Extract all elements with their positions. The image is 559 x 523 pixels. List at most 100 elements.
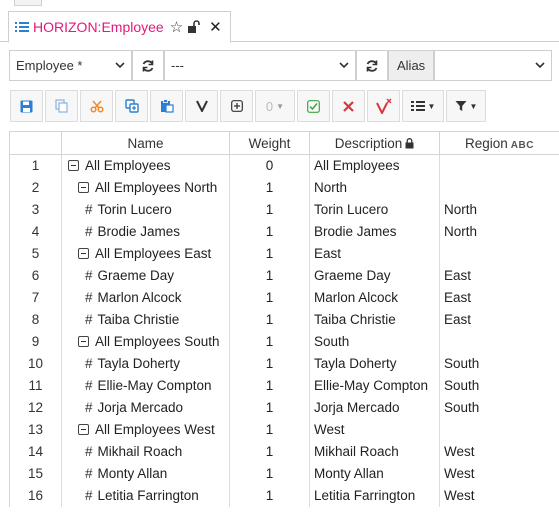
column-header-region[interactable]: Region ABC bbox=[439, 131, 559, 155]
close-icon[interactable]: ✕ bbox=[209, 18, 222, 36]
description-cell[interactable]: All Employees bbox=[309, 154, 440, 177]
element-name-cell[interactable]: All Employees North bbox=[61, 176, 230, 199]
collapse-toggle-icon[interactable] bbox=[78, 424, 89, 435]
weight-cell[interactable]: 0 bbox=[229, 154, 310, 177]
column-header-name[interactable]: Name bbox=[61, 131, 230, 155]
level-dropdown[interactable]: 0 ▼ bbox=[255, 90, 295, 122]
weight-cell[interactable]: 1 bbox=[229, 374, 310, 397]
weight-cell[interactable]: 1 bbox=[229, 286, 310, 309]
description-cell[interactable]: Torin Lucero bbox=[309, 198, 440, 221]
description-cell[interactable]: South bbox=[309, 330, 440, 353]
table-row[interactable]: 10 # Tayla Doherty 1 Tayla Doherty South bbox=[9, 352, 559, 375]
add-element-button[interactable] bbox=[220, 90, 253, 122]
description-cell[interactable]: North bbox=[309, 176, 440, 199]
delete-button[interactable] bbox=[332, 90, 365, 122]
weight-cell[interactable]: 1 bbox=[229, 242, 310, 265]
region-cell[interactable] bbox=[439, 176, 559, 199]
table-row[interactable]: 3 # Torin Lucero 1 Torin Lucero North bbox=[9, 198, 559, 221]
description-cell[interactable]: Taiba Christie bbox=[309, 308, 440, 331]
element-name-cell[interactable]: # Letitia Farrington bbox=[61, 484, 230, 507]
save-button[interactable] bbox=[10, 90, 43, 122]
column-header-weight[interactable]: Weight bbox=[229, 131, 310, 155]
region-cell[interactable]: West bbox=[439, 462, 559, 485]
element-name-cell[interactable]: # Graeme Day bbox=[61, 264, 230, 287]
dimension-select[interactable]: Employee * bbox=[9, 50, 132, 81]
table-row[interactable]: 9 All Employees South 1 South bbox=[9, 330, 559, 353]
region-cell[interactable]: East bbox=[439, 286, 559, 309]
region-cell[interactable] bbox=[439, 154, 559, 177]
description-cell[interactable]: Graeme Day bbox=[309, 264, 440, 287]
subset-select[interactable]: --- bbox=[164, 50, 356, 81]
region-cell[interactable] bbox=[439, 330, 559, 353]
element-name-cell[interactable]: # Jorja Mercado bbox=[61, 396, 230, 419]
description-cell[interactable]: East bbox=[309, 242, 440, 265]
table-row[interactable]: 8 # Taiba Christie 1 Taiba Christie East bbox=[9, 308, 559, 331]
table-row[interactable]: 16 # Letitia Farrington 1 Letitia Farrington… bbox=[9, 484, 559, 507]
weight-cell[interactable]: 1 bbox=[229, 352, 310, 375]
description-cell[interactable]: Tayla Doherty bbox=[309, 352, 440, 375]
region-cell[interactable]: South bbox=[439, 352, 559, 375]
region-cell[interactable]: North bbox=[439, 198, 559, 221]
weight-cell[interactable]: 1 bbox=[229, 176, 310, 199]
region-cell[interactable]: South bbox=[439, 374, 559, 397]
refresh-subset-button[interactable] bbox=[356, 50, 388, 81]
weight-cell[interactable]: 1 bbox=[229, 308, 310, 331]
element-name-cell[interactable]: All Employees South bbox=[61, 330, 230, 353]
weight-cell[interactable]: 1 bbox=[229, 484, 310, 507]
table-row[interactable]: 15 # Monty Allan 1 Monty Allan West bbox=[9, 462, 559, 485]
element-name-cell[interactable]: All Employees West bbox=[61, 418, 230, 441]
filter-v-button[interactable] bbox=[185, 90, 218, 122]
collapse-toggle-icon[interactable] bbox=[78, 182, 89, 193]
star-outline-icon[interactable]: ☆ bbox=[170, 18, 183, 36]
alias-select[interactable] bbox=[434, 50, 553, 81]
collapse-toggle-icon[interactable] bbox=[78, 336, 89, 347]
copy-button[interactable] bbox=[45, 90, 78, 122]
table-row[interactable]: 5 All Employees East 1 East bbox=[9, 242, 559, 265]
description-cell[interactable]: Ellie-May Compton bbox=[309, 374, 440, 397]
cut-button[interactable] bbox=[80, 90, 113, 122]
table-row[interactable]: 13 All Employees West 1 West bbox=[9, 418, 559, 441]
element-name-cell[interactable]: # Brodie James bbox=[61, 220, 230, 243]
element-name-cell[interactable]: # Tayla Doherty bbox=[61, 352, 230, 375]
region-cell[interactable]: East bbox=[439, 308, 559, 331]
description-cell[interactable]: Monty Allan bbox=[309, 462, 440, 485]
funnel-dropdown[interactable]: ▼ bbox=[446, 90, 486, 122]
table-row[interactable]: 12 # Jorja Mercado 1 Jorja Mercado South bbox=[9, 396, 559, 419]
weight-cell[interactable]: 1 bbox=[229, 440, 310, 463]
column-header-index[interactable] bbox=[9, 131, 62, 155]
collapse-toggle-icon[interactable] bbox=[78, 248, 89, 259]
collapse-toggle-icon[interactable] bbox=[68, 160, 79, 172]
refresh-dimension-button[interactable] bbox=[132, 50, 164, 81]
region-cell[interactable] bbox=[439, 242, 559, 265]
region-cell[interactable]: West bbox=[439, 484, 559, 507]
element-name-cell[interactable]: # Torin Lucero bbox=[61, 198, 230, 221]
table-row[interactable]: 1 All Employees 0 All Employees bbox=[9, 154, 559, 177]
weight-cell[interactable]: 1 bbox=[229, 330, 310, 353]
table-row[interactable]: 2 All Employees North 1 North bbox=[9, 176, 559, 199]
unlocked-icon[interactable] bbox=[187, 20, 201, 34]
element-name-cell[interactable]: # Marlon Alcock bbox=[61, 286, 230, 309]
paste-button[interactable] bbox=[150, 90, 183, 122]
region-cell[interactable] bbox=[439, 418, 559, 441]
weight-cell[interactable]: 1 bbox=[229, 396, 310, 419]
weight-cell[interactable]: 1 bbox=[229, 418, 310, 441]
clear-filter-button[interactable] bbox=[367, 90, 400, 122]
check-button[interactable] bbox=[297, 90, 330, 122]
element-name-cell[interactable]: # Taiba Christie bbox=[61, 308, 230, 331]
table-row[interactable]: 7 # Marlon Alcock 1 Marlon Alcock East bbox=[9, 286, 559, 309]
column-header-description[interactable]: Description bbox=[309, 131, 440, 155]
description-cell[interactable]: Jorja Mercado bbox=[309, 396, 440, 419]
region-cell[interactable]: North bbox=[439, 220, 559, 243]
description-cell[interactable]: Brodie James bbox=[309, 220, 440, 243]
duplicate-button[interactable] bbox=[115, 90, 148, 122]
region-cell[interactable]: East bbox=[439, 264, 559, 287]
table-row[interactable]: 11 # Ellie-May Compton 1 Ellie-May Compton So… bbox=[9, 374, 559, 397]
weight-cell[interactable]: 1 bbox=[229, 198, 310, 221]
region-cell[interactable]: South bbox=[439, 396, 559, 419]
element-name-cell[interactable]: # Monty Allan bbox=[61, 462, 230, 485]
weight-cell[interactable]: 1 bbox=[229, 220, 310, 243]
element-name-cell[interactable]: All Employees bbox=[61, 154, 230, 177]
description-cell[interactable]: West bbox=[309, 418, 440, 441]
weight-cell[interactable]: 1 bbox=[229, 264, 310, 287]
table-row[interactable]: 14 # Mikhail Roach 1 Mikhail Roach West bbox=[9, 440, 559, 463]
